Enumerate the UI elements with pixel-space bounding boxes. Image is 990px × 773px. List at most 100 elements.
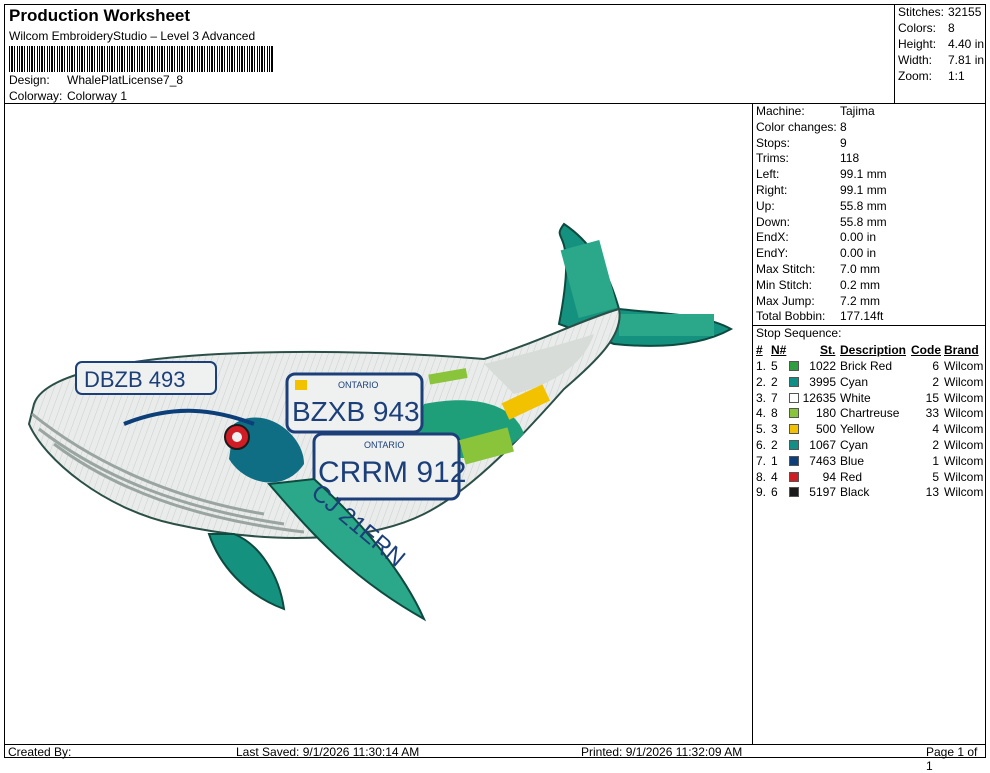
row-num: 2. (756, 374, 767, 389)
row-brand: Wilcom (944, 453, 984, 468)
row-code: 2 (932, 438, 939, 452)
info-row-max-stitch: Max Stitch: 7.0 mm (756, 262, 984, 278)
color-swatch (789, 392, 799, 403)
row-needle: 6 (771, 485, 778, 500)
table-row: 1. 5 1022 Brick Red 6 Wilcom (753, 359, 986, 375)
row-num: 7. (756, 453, 767, 468)
row-needle: 7 (771, 390, 778, 405)
info-label: Machine: (756, 104, 805, 118)
info-label: EndX: (756, 230, 789, 244)
info-label: Right: (756, 183, 788, 197)
info-value: 7.0 mm (840, 262, 881, 276)
info-label: Trims: (756, 151, 789, 165)
colorway-row: Colorway: Colorway 1 (9, 89, 127, 103)
table-row: 3. 7 12635 White 15 Wilcom (753, 391, 986, 407)
svg-text:BZXB 943: BZXB 943 (292, 396, 420, 427)
design-value: WhalePlatLicense7_8 (67, 73, 184, 87)
stat-value: 8 (948, 21, 955, 35)
row-needle: 2 (771, 374, 778, 389)
row-num: 1. (756, 359, 767, 373)
color-swatch (789, 471, 799, 482)
color-swatch (789, 455, 799, 466)
color-swatch (789, 440, 799, 450)
info-value: 55.8 mm (840, 199, 887, 213)
info-value: 9 (840, 136, 847, 150)
barcode-image (9, 46, 274, 72)
info-row-min-stitch: Min Stitch: 0.2 mm (756, 278, 984, 294)
row-description: Red (840, 469, 863, 484)
stat-colors: Colors: 8 (898, 21, 955, 35)
stat-zoom: Zoom: 1:1 (898, 69, 965, 83)
row-needle: 8 (771, 406, 778, 421)
info-label: Stops: (756, 136, 791, 150)
row-num: 6. (756, 438, 767, 452)
info-row-down: Down: 55.8 mm (756, 215, 984, 231)
row-description: Cyan (840, 374, 869, 389)
row-stitches: 3995 (809, 374, 836, 389)
stat-height: Height: 4.40 in (898, 37, 984, 51)
row-num: 8. (756, 469, 767, 484)
svg-text:CRRM 912: CRRM 912 (318, 456, 466, 489)
row-brand: Wilcom (944, 406, 984, 421)
col-header-num: # (756, 343, 763, 357)
info-row-max-jump: Max Jump: 7.2 mm (756, 294, 984, 310)
table-row: 5. 3 500 Yellow 4 Wilcom (753, 422, 986, 438)
row-description: White (840, 390, 871, 405)
info-value: Tajima (840, 104, 875, 118)
row-brand: Wilcom (944, 374, 984, 389)
row-description: Brick Red (840, 359, 893, 373)
info-value: 99.1 mm (840, 167, 887, 181)
info-row-total-bobbin: Total Bobbin: 177.14ft (756, 309, 984, 325)
row-code: 13 (925, 485, 939, 500)
row-needle: 2 (771, 438, 778, 452)
stat-label: Zoom: (898, 69, 933, 83)
info-label: Max Stitch: (756, 262, 816, 276)
info-row-endx: EndX: 0.00 in (756, 230, 984, 246)
worksheet-footer: Created By: Last Saved: 9/1/2026 11:30:1… (4, 744, 986, 773)
info-value: 177.14ft (840, 309, 884, 323)
stat-width: Width: 7.81 in (898, 53, 984, 67)
color-swatch (789, 424, 799, 435)
colorway-value: Colorway 1 (67, 89, 128, 103)
info-value: 99.1 mm (840, 183, 887, 197)
info-label: Up: (756, 199, 775, 213)
svg-text:ONTARIO: ONTARIO (364, 440, 404, 450)
row-brand: Wilcom (944, 485, 984, 500)
info-value: 0.2 mm (840, 278, 881, 292)
design-row: Design: WhalePlatLicense7_8 (9, 73, 183, 87)
row-num: 3. (756, 390, 767, 405)
stat-label: Height: (898, 37, 937, 51)
row-brand: Wilcom (944, 422, 984, 437)
info-label: EndY: (756, 246, 789, 260)
row-description: Yellow (840, 422, 875, 437)
row-stitches: 5197 (809, 485, 836, 500)
color-swatch (789, 408, 799, 419)
col-header-brand: Brand (944, 343, 979, 357)
row-num: 5. (756, 422, 767, 437)
info-value: 118 (840, 151, 860, 165)
row-description: Chartreuse (840, 406, 900, 421)
info-row-right: Right: 99.1 mm (756, 183, 984, 199)
software-subtitle: Wilcom EmbroideryStudio – Level 3 Advanc… (9, 29, 256, 43)
row-num: 4. (756, 406, 767, 421)
row-description: Blue (840, 453, 865, 468)
row-code: 4 (932, 422, 939, 437)
row-code: 2 (932, 374, 939, 389)
table-row: 9. 6 5197 Black 13 Wilcom (753, 485, 986, 501)
stat-value: 7.81 in (948, 53, 985, 67)
whale-embroidery-image: DBZB 493 ONTARIO BZXB 943 ONTARIO CRRM 9… (27, 222, 734, 622)
row-description: Cyan (840, 438, 869, 452)
machine-info-panel: Machine: Tajima Color changes: 8 Stops: 9 T… (753, 104, 986, 504)
row-stitches: 1022 (809, 359, 836, 373)
row-stitches: 500 (815, 422, 836, 437)
col-header-description: Description (840, 343, 907, 357)
stat-value: 32155 (948, 5, 982, 19)
table-row: 7. 1 7463 Blue 1 Wilcom (753, 454, 986, 470)
table-row: 4. 8 180 Chartreuse 33 Wilcom (753, 406, 986, 422)
svg-text:ONTARIO: ONTARIO (338, 380, 378, 390)
table-row: 8. 4 94 Red 5 Wilcom (753, 470, 986, 486)
row-stitches: 7463 (809, 453, 836, 468)
info-row-up: Up: 55.8 mm (756, 199, 984, 215)
last-saved: Last Saved: 9/1/2026 11:30:14 AM (236, 745, 420, 759)
row-stitches: 1067 (809, 438, 836, 452)
